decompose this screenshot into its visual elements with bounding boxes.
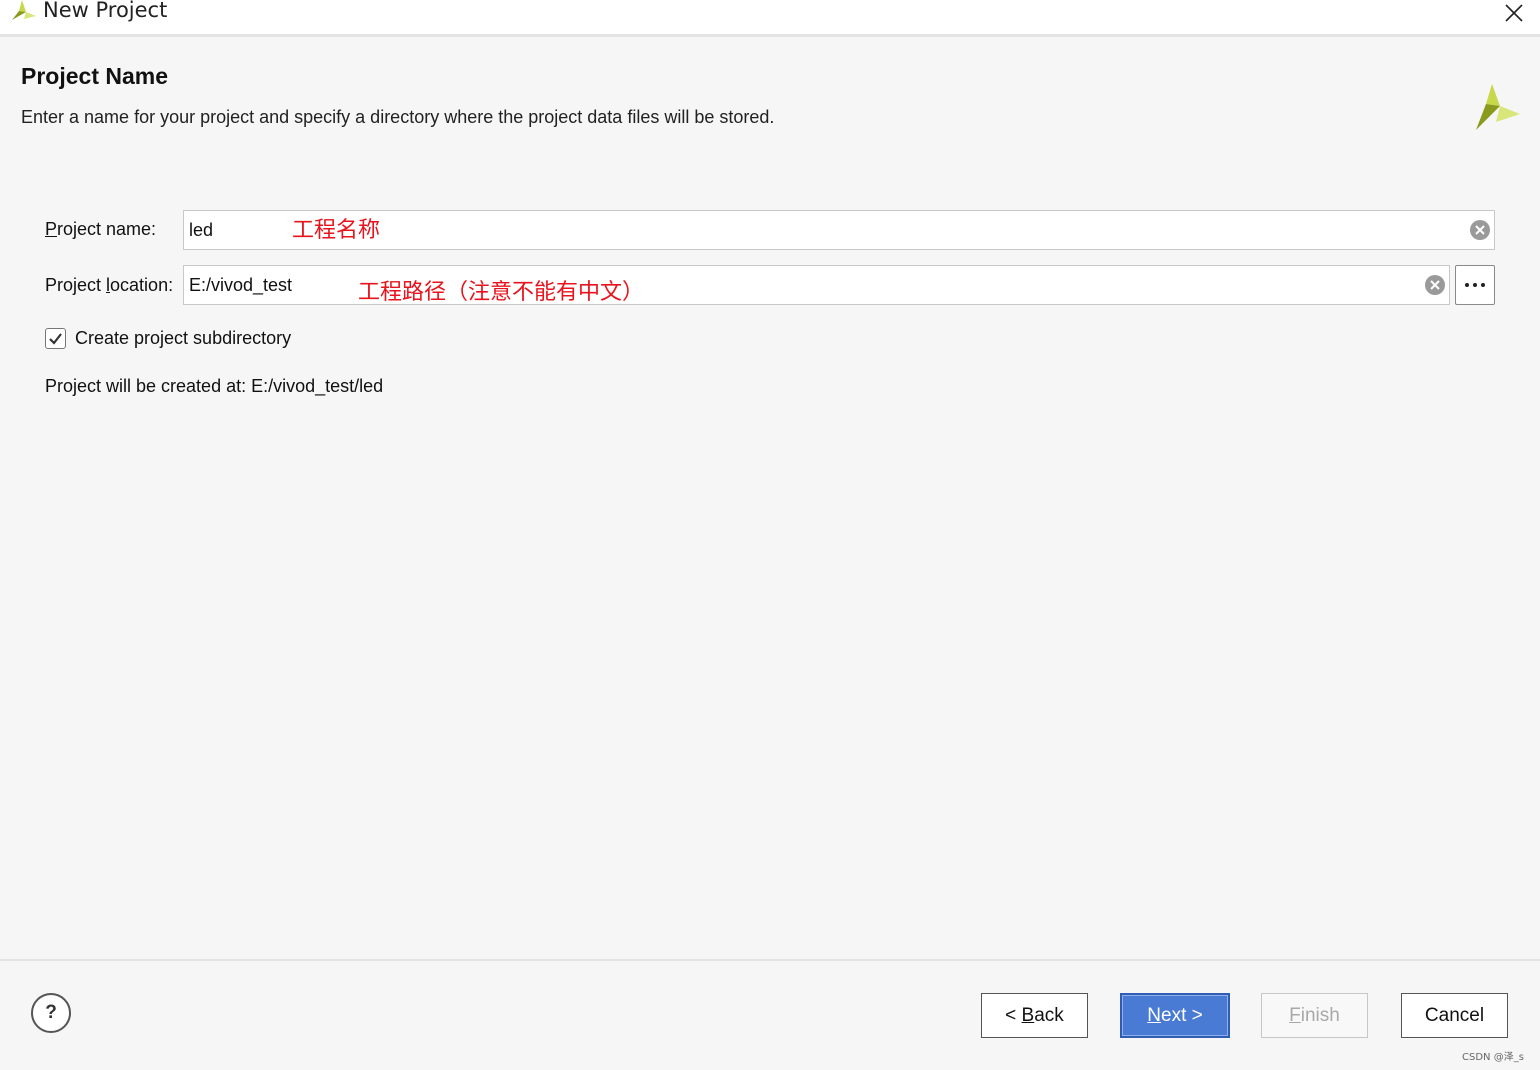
footer-divider — [0, 959, 1540, 961]
vivado-logo-icon — [12, 0, 36, 20]
help-button[interactable]: ? — [31, 993, 71, 1033]
vivado-logo-icon — [1476, 84, 1520, 130]
close-button[interactable] — [1500, 0, 1528, 26]
clear-project-name-button[interactable] — [1470, 220, 1490, 240]
page-title: Project Name — [21, 63, 169, 89]
project-name-annotation: 工程名称 — [292, 218, 381, 243]
next-button-mnemonic: N — [1147, 1005, 1161, 1026]
clear-icon — [1475, 225, 1485, 235]
page-description: Enter a name for your project and specif… — [21, 107, 775, 127]
project-path-preview: Project will be created at: E:/vivod_tes… — [45, 376, 384, 396]
project-name-label-text: roject name: — [57, 219, 157, 239]
close-icon — [1505, 4, 1523, 22]
window-title: New Project — [43, 0, 168, 22]
clear-project-location-button[interactable] — [1425, 275, 1445, 295]
project-location-label-pre: Project — [45, 275, 107, 295]
title-bar: New Project — [0, 0, 1540, 37]
project-location-value: E:/vivod_test — [189, 275, 293, 295]
project-location-label: Project location: — [45, 275, 173, 296]
finish-button[interactable]: Finish — [1261, 993, 1368, 1038]
project-name-label: Project name: — [45, 219, 156, 240]
project-name-mnemonic: P — [45, 219, 58, 239]
create-subdirectory-checkbox[interactable] — [45, 328, 66, 349]
finish-button-label: inish — [1300, 1005, 1340, 1026]
next-button[interactable]: Next > — [1120, 993, 1230, 1038]
back-button-mnemonic: B — [1021, 1005, 1035, 1026]
finish-button-mnemonic: F — [1289, 1005, 1301, 1026]
back-button-prefix: < — [1005, 1005, 1022, 1026]
create-subdirectory-label[interactable]: Create project subdirectory — [75, 328, 291, 349]
project-name-value: led — [189, 220, 214, 240]
browse-location-button[interactable] — [1455, 265, 1495, 305]
clear-icon — [1430, 280, 1440, 290]
cancel-button[interactable]: Cancel — [1401, 993, 1508, 1038]
watermark: CSDN @泽_s — [1462, 1052, 1524, 1063]
back-button-label: ack — [1034, 1005, 1064, 1026]
project-location-label-text: ocation: — [110, 275, 174, 295]
next-button-label: ext > — [1161, 1005, 1203, 1026]
project-location-annotation: 工程路径（注意不能有中文） — [358, 280, 645, 305]
ellipsis-icon — [1465, 283, 1485, 287]
checkmark-icon — [49, 333, 62, 345]
back-button[interactable]: < Back — [981, 993, 1088, 1038]
